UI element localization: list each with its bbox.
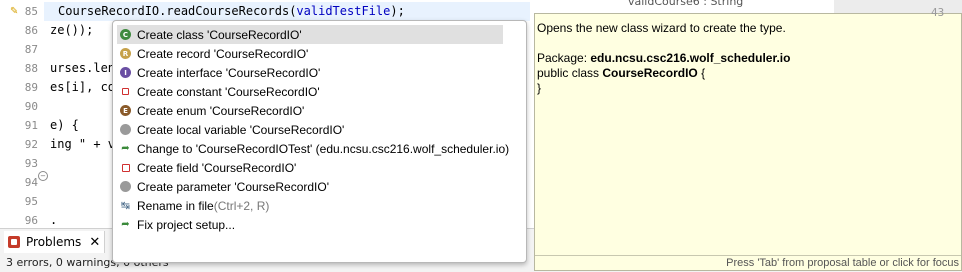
fix-setup-icon: ➦ <box>121 219 130 230</box>
proposal-label: Create record 'CourseRecordIO' <box>137 46 309 61</box>
doc-footer-hint: Press 'Tab' from proposal table or click… <box>535 255 961 270</box>
doc-package-name: edu.ncsu.csc216.wolf_scheduler.io <box>590 51 791 65</box>
proposal-label: Create constant 'CourseRecordIO' <box>137 84 320 99</box>
line-number: 91 <box>24 119 38 132</box>
proposal-fix-project-setup[interactable]: ➦ Fix project setup... <box>117 215 503 234</box>
code-variable: validTestFile <box>296 4 391 18</box>
proposal-label: Rename in file <box>137 198 214 213</box>
code-line-86[interactable]: ze()); <box>50 21 93 40</box>
proposal-info-popup[interactable]: Opens the new class wizard to create the… <box>534 6 962 271</box>
proposal-label: Fix project setup... <box>137 217 236 232</box>
code-line-92[interactable]: ing " + v <box>50 135 115 154</box>
proposal-create-local-variable[interactable]: Create local variable 'CourseRecordIO' <box>117 120 503 139</box>
class-icon: C <box>120 29 131 40</box>
interface-icon: I <box>120 67 131 78</box>
line-number: 90 <box>24 100 38 113</box>
proposal-create-constant[interactable]: Create constant 'CourseRecordIO' <box>117 82 503 101</box>
tab-problems-label: Problems <box>26 235 82 249</box>
proposal-create-record[interactable]: R Create record 'CourseRecordIO' <box>117 44 503 63</box>
code-text: ); <box>390 4 405 18</box>
line-number: 95 <box>24 195 38 208</box>
enum-icon: E <box>120 105 131 116</box>
proposal-label: Change to 'CourseRecordIOTest' (edu.ncsu… <box>137 141 510 156</box>
proposal-shortcut-hint: (Ctrl+2, R) <box>213 198 270 213</box>
doc-decl-name: CourseRecordIO <box>602 66 698 80</box>
doc-decl-prefix: public class <box>537 66 603 80</box>
constant-icon <box>120 86 131 97</box>
line-number: 86 <box>24 24 38 37</box>
proposal-label: Create interface 'CourseRecordIO' <box>137 65 321 80</box>
change-icon: ➦ <box>121 143 130 154</box>
line-number: 94 <box>24 176 38 189</box>
proposal-create-parameter[interactable]: Create parameter 'CourseRecordIO' <box>117 177 503 196</box>
tab-problems[interactable]: Problems ✕ <box>4 231 106 253</box>
proposal-label: Create local variable 'CourseRecordIO' <box>137 122 345 137</box>
code-line-85[interactable]: CourseRecordIO.readCourseRecords(validTe… <box>58 2 405 21</box>
proposal-change-to[interactable]: ➦ Change to 'CourseRecordIOTest' (edu.nc… <box>117 139 509 158</box>
line-number: 92 <box>24 138 38 151</box>
doc-decl-brace: { <box>697 66 706 80</box>
field-icon <box>120 162 131 173</box>
rename-icon: ↹ <box>120 199 131 212</box>
proposal-create-enum[interactable]: E Create enum 'CourseRecordIO' <box>117 101 503 120</box>
outline-item[interactable]: validCourse6 : String <box>628 0 743 8</box>
code-line-91[interactable]: e) { <box>50 116 79 135</box>
quick-fix-popup[interactable]: C Create class 'CourseRecordIO' R Create… <box>112 20 527 263</box>
proposal-label: Create enum 'CourseRecordIO' <box>137 103 305 118</box>
code-line-88[interactable]: urses.len <box>50 59 115 78</box>
record-icon: R <box>120 48 131 59</box>
doc-declaration: public class CourseRecordIO { <box>537 66 705 80</box>
code-line-89[interactable]: es[i], co <box>50 78 115 97</box>
fold-toggle-icon[interactable]: − <box>38 171 48 181</box>
local-variable-icon <box>120 124 131 135</box>
doc-scroll-number: 43 <box>931 6 945 19</box>
proposal-create-field[interactable]: Create field 'CourseRecordIO' <box>117 158 503 177</box>
close-icon[interactable]: ✕ <box>89 235 100 250</box>
line-number: 93 <box>24 157 38 170</box>
line-number: 89 <box>24 81 38 94</box>
line-number: 88 <box>24 62 38 75</box>
doc-close-brace: } <box>537 81 542 95</box>
proposal-label: Create parameter 'CourseRecordIO' <box>137 179 329 194</box>
outline-item-label: validCourse6 : String <box>628 0 744 8</box>
line-number: 85 <box>24 5 38 18</box>
parameter-icon <box>120 181 131 192</box>
doc-description: Opens the new class wizard to create the… <box>537 21 786 35</box>
line-number: 87 <box>24 43 38 56</box>
proposal-rename-in-file[interactable]: ↹ Rename in file (Ctrl+2, R) <box>117 196 503 215</box>
code-text: CourseRecordIO.readCourseRecords( <box>58 4 297 18</box>
overview-ruler <box>0 0 8 228</box>
proposal-label: Create class 'CourseRecordIO' <box>137 27 302 42</box>
proposal-label: Create field 'CourseRecordIO' <box>137 160 297 175</box>
proposal-create-class[interactable]: C Create class 'CourseRecordIO' <box>117 25 503 44</box>
doc-package-label: Package: <box>537 51 591 65</box>
problems-icon <box>8 236 20 248</box>
proposal-create-interface[interactable]: I Create interface 'CourseRecordIO' <box>117 63 503 82</box>
doc-package: Package: edu.ncsu.csc216.wolf_scheduler.… <box>537 51 790 65</box>
